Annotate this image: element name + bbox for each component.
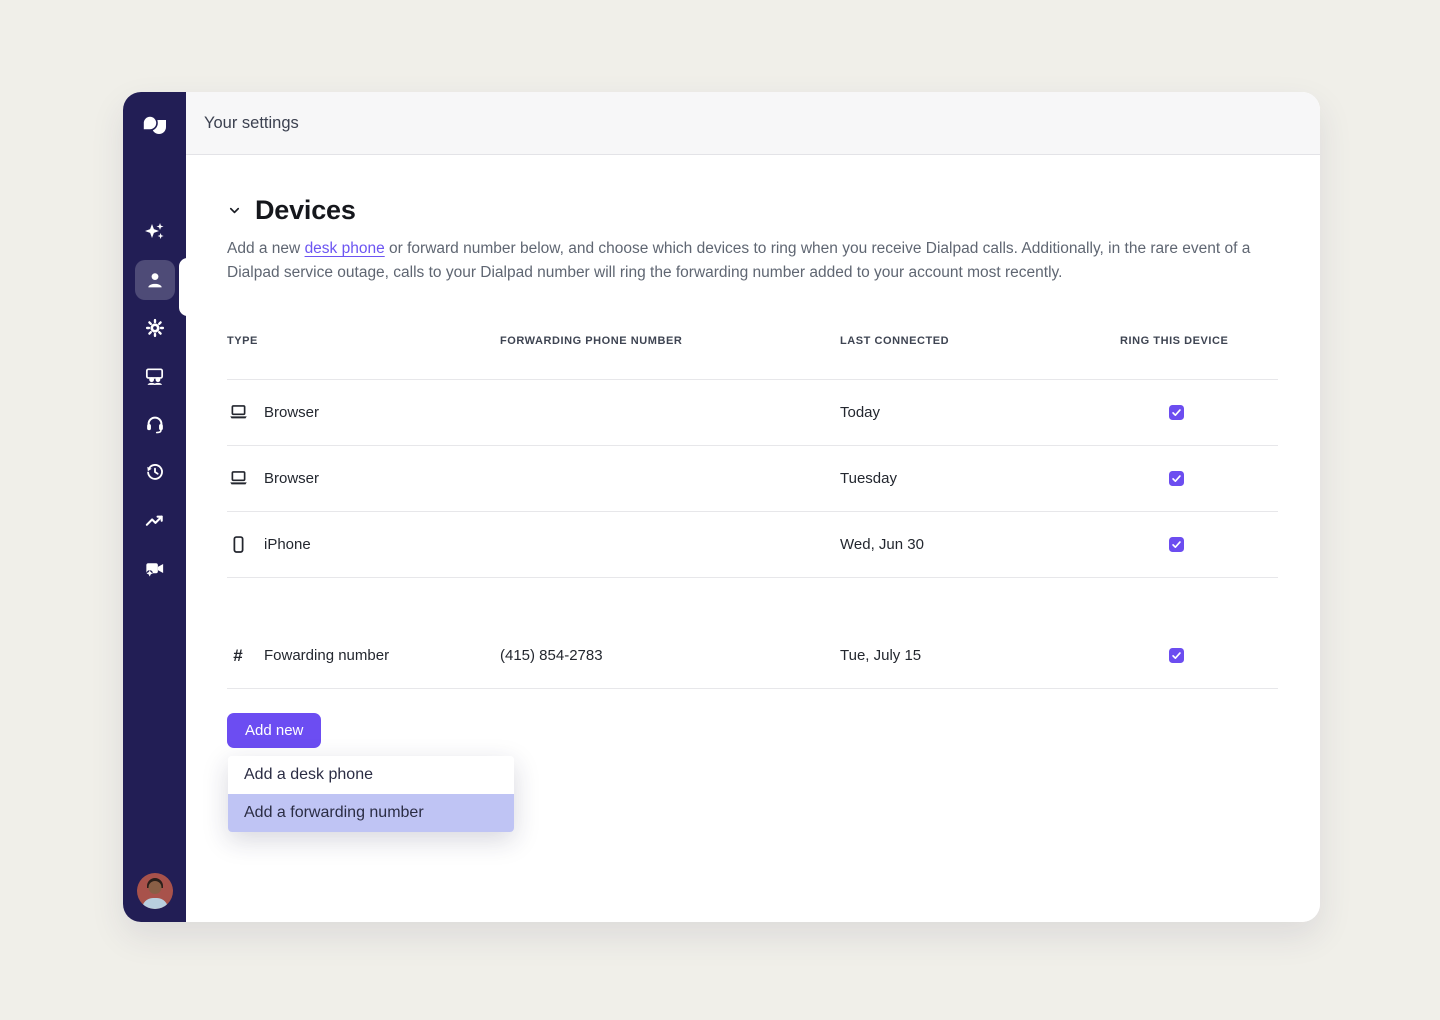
page-title: Your settings: [204, 114, 299, 133]
sidebar-nav: [135, 212, 175, 588]
table-row: # Fowarding number (415) 854-2783 Tue, J…: [227, 623, 1278, 689]
sidebar-item-history[interactable]: [135, 452, 175, 492]
avatar-shirt: [142, 898, 168, 909]
forwarding-number-cell: (415) 854-2783: [500, 647, 840, 664]
smartphone-icon: [227, 535, 249, 554]
menu-item-add-a-desk-phone[interactable]: Add a desk phone: [228, 756, 514, 794]
description-before-link: Add a new: [227, 240, 305, 257]
collapse-chevron-icon[interactable]: [227, 203, 242, 218]
column-header-ring: Ring this device: [1120, 335, 1278, 347]
shared-lines-icon: [143, 365, 166, 388]
avatar[interactable]: [137, 873, 173, 909]
devices-table-body: Browser Today Browser Tuesday iPhone Wed…: [227, 380, 1278, 689]
add-new-menu: Add a desk phone Add a forwarding number: [228, 756, 514, 832]
ring-device-cell: [1120, 537, 1278, 552]
hash-icon: #: [227, 646, 249, 666]
sidebar-item-profile[interactable]: [135, 260, 175, 300]
main-panel: Your settings Devices Add a new desk pho…: [186, 92, 1320, 922]
device-type-cell: Browser: [227, 468, 500, 489]
add-new-button[interactable]: Add new: [227, 713, 321, 748]
app-window: Your settings Devices Add a new desk pho…: [123, 92, 1320, 922]
profile-icon: [144, 269, 166, 291]
meetings-camera-icon: [143, 557, 166, 580]
avatar-face: [148, 881, 161, 894]
ai-sparkles-icon: [143, 220, 167, 244]
column-header-type: Type: [227, 335, 500, 347]
device-type-label: Fowarding number: [264, 647, 389, 664]
device-type-cell: iPhone: [227, 535, 500, 554]
topbar: Your settings: [186, 92, 1320, 155]
hash-icon: #: [233, 646, 242, 666]
sidebar: [123, 92, 186, 922]
device-type-label: iPhone: [264, 536, 311, 553]
sidebar-item-settings-gear[interactable]: [135, 308, 175, 348]
dialpad-logo: [138, 108, 172, 142]
table-row: iPhone Wed, Jun 30: [227, 512, 1278, 578]
device-type-label: Browser: [264, 404, 319, 421]
last-connected-cell: Tuesday: [840, 470, 1120, 487]
history-icon: [144, 461, 166, 483]
add-new-wrap: Add new Add a desk phone Add a forwardin…: [227, 713, 321, 748]
table-row: Browser Tuesday: [227, 446, 1278, 512]
ring-device-checkbox[interactable]: [1169, 537, 1184, 552]
laptop-icon: [227, 402, 249, 423]
ring-device-cell: [1120, 471, 1278, 486]
devices-table: Type Forwarding phone number Last connec…: [227, 335, 1278, 689]
active-item-indicator: [179, 258, 196, 316]
sidebar-item-ai-sparkles[interactable]: [135, 212, 175, 252]
table-row: Browser Today: [227, 380, 1278, 446]
sidebar-item-analytics[interactable]: [135, 500, 175, 540]
sidebar-item-shared-lines[interactable]: [135, 356, 175, 396]
sidebar-item-support-headset[interactable]: [135, 404, 175, 444]
device-type-cell: Browser: [227, 402, 500, 423]
user-avatar[interactable]: [137, 873, 173, 909]
last-connected-cell: Tue, July 15: [840, 647, 1120, 664]
last-connected-cell: Today: [840, 404, 1120, 421]
sidebar-item-meetings-camera[interactable]: [135, 548, 175, 588]
menu-item-add-a-forwarding-number[interactable]: Add a forwarding number: [228, 794, 514, 832]
ring-device-checkbox[interactable]: [1169, 648, 1184, 663]
ring-device-checkbox[interactable]: [1169, 405, 1184, 420]
desk-phone-link[interactable]: desk phone: [305, 240, 385, 257]
last-connected-cell: Wed, Jun 30: [840, 536, 1120, 553]
ring-device-checkbox[interactable]: [1169, 471, 1184, 486]
devices-description: Add a new desk phone or forward number b…: [227, 237, 1259, 285]
settings-content: Devices Add a new desk phone or forward …: [186, 155, 1320, 922]
analytics-icon: [143, 509, 166, 532]
device-type-cell: # Fowarding number: [227, 646, 500, 666]
support-headset-icon: [144, 413, 166, 435]
column-header-forwarding: Forwarding phone number: [500, 335, 840, 347]
laptop-icon: [227, 468, 249, 489]
devices-table-header: Type Forwarding phone number Last connec…: [227, 335, 1278, 380]
settings-gear-icon: [144, 317, 166, 339]
ring-device-cell: [1120, 405, 1278, 420]
ring-device-cell: [1120, 648, 1278, 663]
column-header-last-connected: Last connected: [840, 335, 1120, 347]
device-type-label: Browser: [264, 470, 319, 487]
devices-section-header: Devices: [227, 195, 1278, 226]
devices-title: Devices: [255, 195, 356, 226]
